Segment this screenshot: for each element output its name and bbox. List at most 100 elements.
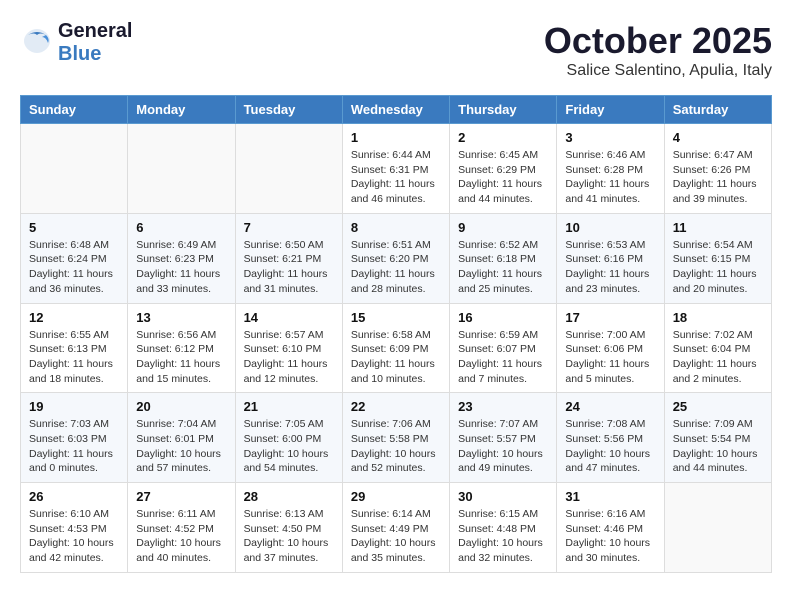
- day-info: Sunrise: 6:55 AM Sunset: 6:13 PM Dayligh…: [29, 328, 119, 387]
- calendar-cell: 24 Sunrise: 7:08 AM Sunset: 5:56 PM Dayli…: [557, 393, 664, 483]
- day-number: 30: [458, 489, 548, 504]
- day-info: Sunrise: 6:57 AM Sunset: 6:10 PM Dayligh…: [244, 328, 334, 387]
- day-number: 19: [29, 399, 119, 414]
- day-info: Sunrise: 6:51 AM Sunset: 6:20 PM Dayligh…: [351, 238, 441, 297]
- calendar-cell: 25 Sunrise: 7:09 AM Sunset: 5:54 PM Dayli…: [664, 393, 771, 483]
- day-number: 5: [29, 220, 119, 235]
- day-number: 15: [351, 310, 441, 325]
- logo: General Blue: [20, 20, 132, 66]
- calendar-week-5: 26 Sunrise: 6:10 AM Sunset: 4:53 PM Dayli…: [21, 483, 772, 573]
- calendar-week-4: 19 Sunrise: 7:03 AM Sunset: 6:03 PM Dayli…: [21, 393, 772, 483]
- day-info: Sunrise: 6:52 AM Sunset: 6:18 PM Dayligh…: [458, 238, 548, 297]
- day-number: 24: [565, 399, 655, 414]
- day-number: 25: [673, 399, 763, 414]
- calendar-cell: 10 Sunrise: 6:53 AM Sunset: 6:16 PM Dayli…: [557, 213, 664, 303]
- day-number: 18: [673, 310, 763, 325]
- day-info: Sunrise: 7:06 AM Sunset: 5:58 PM Dayligh…: [351, 417, 441, 476]
- month-title: October 2025: [544, 20, 772, 62]
- day-info: Sunrise: 6:16 AM Sunset: 4:46 PM Dayligh…: [565, 507, 655, 566]
- day-number: 1: [351, 130, 441, 145]
- calendar-cell: 1 Sunrise: 6:44 AM Sunset: 6:31 PM Daylig…: [342, 124, 449, 214]
- day-info: Sunrise: 7:04 AM Sunset: 6:01 PM Dayligh…: [136, 417, 226, 476]
- location-subtitle: Salice Salentino, Apulia, Italy: [544, 62, 772, 80]
- day-info: Sunrise: 6:44 AM Sunset: 6:31 PM Dayligh…: [351, 148, 441, 207]
- day-info: Sunrise: 7:08 AM Sunset: 5:56 PM Dayligh…: [565, 417, 655, 476]
- logo-general: General: [58, 20, 132, 42]
- calendar-week-3: 12 Sunrise: 6:55 AM Sunset: 6:13 PM Dayli…: [21, 303, 772, 393]
- day-info: Sunrise: 7:05 AM Sunset: 6:00 PM Dayligh…: [244, 417, 334, 476]
- day-number: 8: [351, 220, 441, 235]
- calendar-cell: 3 Sunrise: 6:46 AM Sunset: 6:28 PM Daylig…: [557, 124, 664, 214]
- calendar-cell: 18Sunrise: 7:02 AM Sunset: 6:04 PM Dayli…: [664, 303, 771, 393]
- day-info: Sunrise: 7:09 AM Sunset: 5:54 PM Dayligh…: [673, 417, 763, 476]
- day-info: Sunrise: 7:07 AM Sunset: 5:57 PM Dayligh…: [458, 417, 548, 476]
- calendar-cell: 23Sunrise: 7:07 AM Sunset: 5:57 PM Dayli…: [450, 393, 557, 483]
- calendar-cell: 11Sunrise: 6:54 AM Sunset: 6:15 PM Dayli…: [664, 213, 771, 303]
- day-number: 4: [673, 130, 763, 145]
- calendar-cell: 22 Sunrise: 7:06 AM Sunset: 5:58 PM Dayli…: [342, 393, 449, 483]
- day-info: Sunrise: 6:47 AM Sunset: 6:26 PM Dayligh…: [673, 148, 763, 207]
- calendar-cell: [664, 483, 771, 573]
- day-info: Sunrise: 6:53 AM Sunset: 6:16 PM Dayligh…: [565, 238, 655, 297]
- weekday-wednesday: Wednesday: [342, 96, 449, 124]
- day-number: 12: [29, 310, 119, 325]
- calendar-cell: 9 Sunrise: 6:52 AM Sunset: 6:18 PM Daylig…: [450, 213, 557, 303]
- calendar-cell: 31Sunrise: 6:16 AM Sunset: 4:46 PM Dayli…: [557, 483, 664, 573]
- calendar-cell: 16Sunrise: 6:59 AM Sunset: 6:07 PM Dayli…: [450, 303, 557, 393]
- calendar-cell: 29 Sunrise: 6:14 AM Sunset: 4:49 PM Dayli…: [342, 483, 449, 573]
- calendar-cell: 27 Sunrise: 6:11 AM Sunset: 4:52 PM Dayli…: [128, 483, 235, 573]
- day-info: Sunrise: 6:54 AM Sunset: 6:15 PM Dayligh…: [673, 238, 763, 297]
- calendar-week-2: 5 Sunrise: 6:48 AM Sunset: 6:24 PM Daylig…: [21, 213, 772, 303]
- day-number: 29: [351, 489, 441, 504]
- day-info: Sunrise: 6:15 AM Sunset: 4:48 PM Dayligh…: [458, 507, 548, 566]
- page-header: General Blue October 2025 Salice Salenti…: [20, 20, 772, 80]
- calendar-cell: 28Sunrise: 6:13 AM Sunset: 4:50 PM Dayli…: [235, 483, 342, 573]
- day-info: Sunrise: 6:59 AM Sunset: 6:07 PM Dayligh…: [458, 328, 548, 387]
- weekday-header-row: SundayMondayTuesdayWednesdayThursdayFrid…: [21, 96, 772, 124]
- day-info: Sunrise: 6:50 AM Sunset: 6:21 PM Dayligh…: [244, 238, 334, 297]
- calendar-cell: 30 Sunrise: 6:15 AM Sunset: 4:48 PM Dayli…: [450, 483, 557, 573]
- calendar-cell: 7 Sunrise: 6:50 AM Sunset: 6:21 PM Daylig…: [235, 213, 342, 303]
- day-info: Sunrise: 7:00 AM Sunset: 6:06 PM Dayligh…: [565, 328, 655, 387]
- day-info: Sunrise: 6:48 AM Sunset: 6:24 PM Dayligh…: [29, 238, 119, 297]
- day-number: 9: [458, 220, 548, 235]
- day-info: Sunrise: 6:58 AM Sunset: 6:09 PM Dayligh…: [351, 328, 441, 387]
- weekday-tuesday: Tuesday: [235, 96, 342, 124]
- day-number: 3: [565, 130, 655, 145]
- day-number: 20: [136, 399, 226, 414]
- calendar-cell: 26 Sunrise: 6:10 AM Sunset: 4:53 PM Dayli…: [21, 483, 128, 573]
- calendar-cell: 21 Sunrise: 7:05 AM Sunset: 6:00 PM Dayli…: [235, 393, 342, 483]
- day-number: 10: [565, 220, 655, 235]
- calendar-cell: 20 Sunrise: 7:04 AM Sunset: 6:01 PM Dayli…: [128, 393, 235, 483]
- day-info: Sunrise: 6:45 AM Sunset: 6:29 PM Dayligh…: [458, 148, 548, 207]
- day-info: Sunrise: 6:56 AM Sunset: 6:12 PM Dayligh…: [136, 328, 226, 387]
- calendar-cell: 17 Sunrise: 7:00 AM Sunset: 6:06 PM Dayli…: [557, 303, 664, 393]
- day-number: 7: [244, 220, 334, 235]
- calendar-cell: 6Sunrise: 6:49 AM Sunset: 6:23 PM Daylig…: [128, 213, 235, 303]
- day-info: Sunrise: 6:10 AM Sunset: 4:53 PM Dayligh…: [29, 507, 119, 566]
- weekday-friday: Friday: [557, 96, 664, 124]
- calendar-cell: 19 Sunrise: 7:03 AM Sunset: 6:03 PM Dayli…: [21, 393, 128, 483]
- day-number: 14: [244, 310, 334, 325]
- calendar-cell: [128, 124, 235, 214]
- calendar-cell: 2Sunrise: 6:45 AM Sunset: 6:29 PM Daylig…: [450, 124, 557, 214]
- logo-blue: Blue: [58, 43, 101, 65]
- day-info: Sunrise: 6:11 AM Sunset: 4:52 PM Dayligh…: [136, 507, 226, 566]
- day-number: 26: [29, 489, 119, 504]
- calendar-cell: 4 Sunrise: 6:47 AM Sunset: 6:26 PM Daylig…: [664, 124, 771, 214]
- logo-icon: [20, 27, 54, 60]
- calendar-cell: [235, 124, 342, 214]
- day-info: Sunrise: 6:14 AM Sunset: 4:49 PM Dayligh…: [351, 507, 441, 566]
- calendar-cell: 12 Sunrise: 6:55 AM Sunset: 6:13 PM Dayli…: [21, 303, 128, 393]
- day-number: 6: [136, 220, 226, 235]
- day-info: Sunrise: 6:46 AM Sunset: 6:28 PM Dayligh…: [565, 148, 655, 207]
- day-number: 28: [244, 489, 334, 504]
- day-number: 13: [136, 310, 226, 325]
- weekday-thursday: Thursday: [450, 96, 557, 124]
- day-info: Sunrise: 7:03 AM Sunset: 6:03 PM Dayligh…: [29, 417, 119, 476]
- day-number: 21: [244, 399, 334, 414]
- day-number: 27: [136, 489, 226, 504]
- day-number: 22: [351, 399, 441, 414]
- calendar-cell: [21, 124, 128, 214]
- day-number: 17: [565, 310, 655, 325]
